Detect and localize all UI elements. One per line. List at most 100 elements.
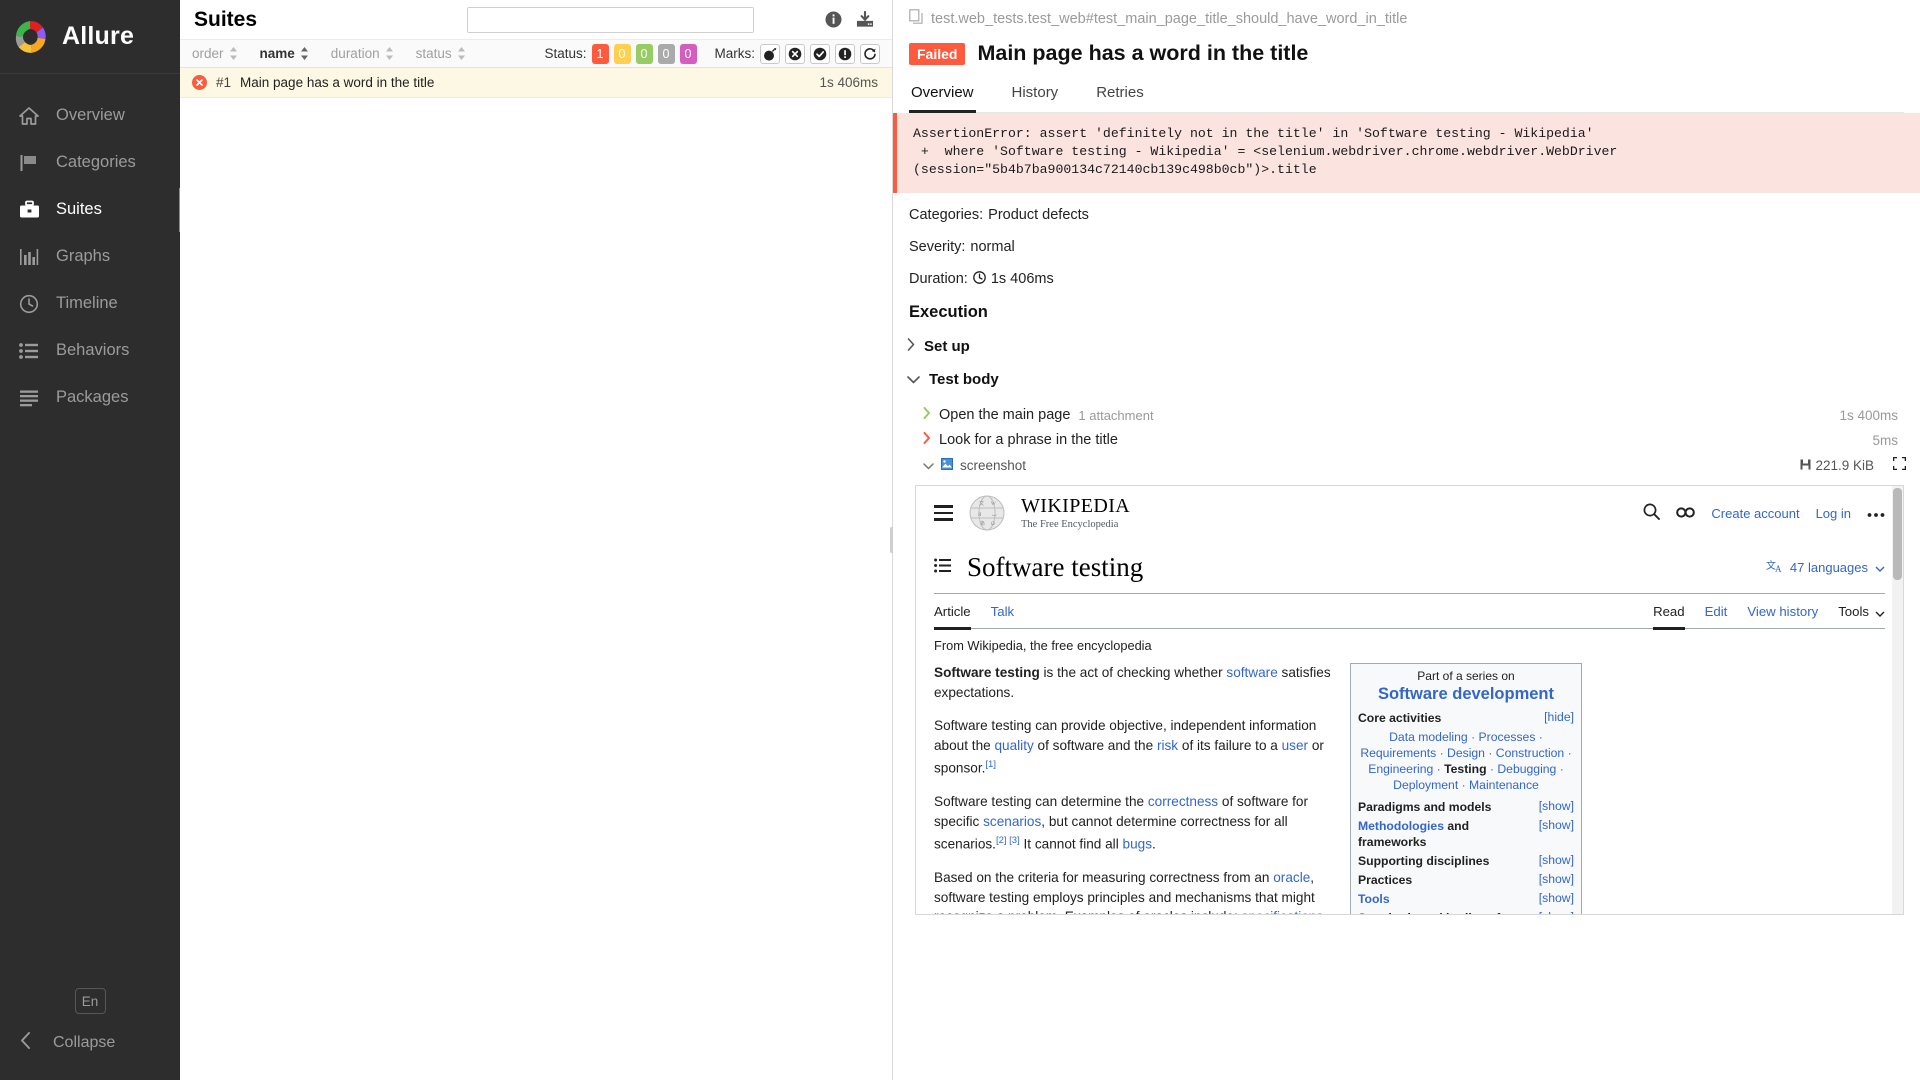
retry-icon[interactable]	[860, 44, 880, 64]
sidebar-item-suites[interactable]: Suites	[0, 186, 180, 233]
step-open-main-page[interactable]: Open the main page 1 attachment 1s 400ms	[923, 404, 1920, 426]
sidebar-item-overview[interactable]: Overview	[0, 92, 180, 139]
infobox-row-label: Standards and bodies of knowledge	[1358, 910, 1508, 915]
copy-icon[interactable]	[909, 9, 924, 29]
attachment-screenshot[interactable]: screenshot 221.9 KiB	[923, 454, 1920, 476]
marks-filter-group: Marks:	[715, 44, 881, 64]
svg-text:文: 文	[979, 500, 984, 507]
search-box[interactable]	[467, 7, 754, 33]
sort-arrows-icon	[385, 47, 394, 60]
infobox-row-toggle[interactable]: [show]	[1539, 872, 1574, 886]
expand-fullscreen-icon[interactable]	[1893, 457, 1920, 473]
chevron-down-icon	[923, 458, 934, 473]
list-header: Suites	[180, 0, 892, 39]
infobox-row-toggle[interactable]: [show]	[1539, 891, 1574, 905]
language-selector[interactable]: 文A 47 languages	[1766, 559, 1885, 577]
sort-name[interactable]: name	[260, 46, 309, 61]
status-chip-passed[interactable]: 0	[636, 44, 653, 64]
chevron-right-failed-icon	[923, 432, 931, 448]
infobox-row-label: Tools	[1358, 891, 1390, 907]
step-label: Open the main page	[939, 407, 1070, 423]
sidebar-item-categories[interactable]: Categories	[0, 139, 180, 186]
infobox-row-toggle[interactable]: [hide]	[1544, 710, 1574, 724]
collapse-button[interactable]: Collapse	[0, 1032, 180, 1054]
login-link[interactable]: Log in	[1816, 506, 1851, 521]
wikipedia-title-row: Software testing 文A 47 languages	[934, 540, 1885, 594]
exclamation-circle-icon[interactable]	[835, 44, 855, 64]
bomb-icon[interactable]	[760, 44, 780, 64]
test-title: Main page has a word in the title	[977, 41, 1308, 66]
tab-history[interactable]: History	[1010, 80, 1061, 113]
info-icon[interactable]	[824, 11, 842, 29]
sort-order[interactable]: order	[192, 46, 238, 61]
wiki-tab-tools[interactable]: Tools	[1838, 604, 1869, 630]
sidebar-item-label: Timeline	[56, 294, 118, 313]
clock-icon	[18, 293, 40, 315]
chevron-down-icon	[907, 371, 920, 388]
sort-arrows-icon	[300, 47, 309, 60]
floppy-icon	[1800, 458, 1811, 473]
language-switcher[interactable]: En	[75, 988, 106, 1014]
meta-duration-label: Duration:	[909, 271, 968, 287]
wikipedia-tagline: The Free Encyclopedia	[1021, 519, 1130, 530]
infobox-title[interactable]: Software development	[1358, 685, 1574, 704]
wikipedia-scrollbar[interactable]	[1892, 486, 1903, 914]
wiki-tab-article[interactable]: Article	[934, 604, 971, 630]
collapse-label: Collapse	[53, 1034, 115, 1052]
sidebar-item-timeline[interactable]: Timeline	[0, 280, 180, 327]
x-circle-icon[interactable]	[785, 44, 805, 64]
sort-status[interactable]: status	[416, 46, 466, 61]
infobox-row-toggle[interactable]: [show]	[1539, 910, 1574, 915]
infobox-core-links[interactable]: Data modeling · Processes · Requirements…	[1358, 729, 1574, 793]
sidebar-item-packages[interactable]: Packages	[0, 374, 180, 421]
wikipedia-wordmark[interactable]: WIKIPEDIA The Free Encyclopedia	[1021, 496, 1130, 530]
search-input[interactable]	[468, 8, 753, 32]
infinity-icon[interactable]	[1676, 506, 1695, 521]
wikipedia-scrollbar-thumb[interactable]	[1893, 488, 1902, 580]
infobox-row-link[interactable]: Tools	[1358, 892, 1390, 906]
sort-duration[interactable]: duration	[331, 46, 394, 61]
sidebar-item-graphs[interactable]: Graphs	[0, 233, 180, 280]
status-filter-label: Status:	[544, 46, 586, 61]
chevron-down-icon[interactable]	[1875, 605, 1885, 628]
step-look-for-phrase[interactable]: Look for a phrase in the title 5ms	[923, 429, 1920, 451]
execution-group-test-body[interactable]: Test body	[907, 371, 1920, 388]
attachment-preview-wikipedia: 文 W Я ب あ Ω WIKIPEDIA The Free Encyclope…	[915, 485, 1904, 915]
chevron-right-passed-icon	[923, 407, 931, 423]
sort-arrows-icon	[457, 47, 466, 60]
hamburger-menu-icon[interactable]	[934, 505, 953, 520]
breadcrumb[interactable]: test.web_tests.test_web#test_main_page_t…	[909, 9, 1904, 29]
tab-retries[interactable]: Retries	[1094, 80, 1146, 113]
brand[interactable]: Allure	[0, 0, 180, 74]
svg-text:Ω: Ω	[991, 522, 995, 527]
infobox-row-link[interactable]: Methodologies	[1358, 819, 1444, 833]
paragraph: Software testing can determine the corre…	[934, 792, 1334, 854]
create-account-link[interactable]: Create account	[1711, 506, 1799, 521]
download-icon[interactable]	[856, 11, 874, 29]
infobox-row-toggle[interactable]: [show]	[1539, 853, 1574, 867]
wiki-tab-edit[interactable]: Edit	[1705, 604, 1728, 630]
check-circle-icon[interactable]	[810, 44, 830, 64]
wikipedia-globe-icon: 文 W Я ب あ Ω	[967, 492, 1007, 534]
execution-group-setup[interactable]: Set up	[907, 338, 1920, 355]
sidebar-item-behaviors[interactable]: Behaviors	[0, 327, 180, 374]
infobox-row-toggle[interactable]: [show]	[1539, 818, 1574, 832]
status-chip-broken[interactable]: 0	[614, 44, 631, 64]
status-chip-skipped[interactable]: 0	[658, 44, 675, 64]
brand-name: Allure	[62, 22, 134, 51]
sort-duration-label: duration	[331, 46, 380, 61]
error-message: AssertionError: assert 'definitely not i…	[893, 113, 1920, 193]
wiki-tab-view-history[interactable]: View history	[1747, 604, 1818, 630]
wiki-tab-read[interactable]: Read	[1653, 604, 1685, 630]
infobox-row-toggle[interactable]: [show]	[1539, 799, 1574, 813]
tab-overview[interactable]: Overview	[909, 80, 976, 113]
wiki-tab-talk[interactable]: Talk	[991, 604, 1014, 630]
sidebar-item-label: Suites	[56, 200, 102, 219]
more-options-icon[interactable]	[1867, 506, 1885, 521]
svg-text:あ: あ	[980, 521, 985, 527]
status-chip-unknown[interactable]: 0	[680, 44, 697, 64]
status-chip-failed[interactable]: 1	[592, 44, 609, 64]
search-icon[interactable]	[1643, 503, 1660, 523]
toc-icon[interactable]	[934, 558, 951, 578]
table-row[interactable]: #1 Main page has a word in the title 1s …	[180, 68, 892, 98]
